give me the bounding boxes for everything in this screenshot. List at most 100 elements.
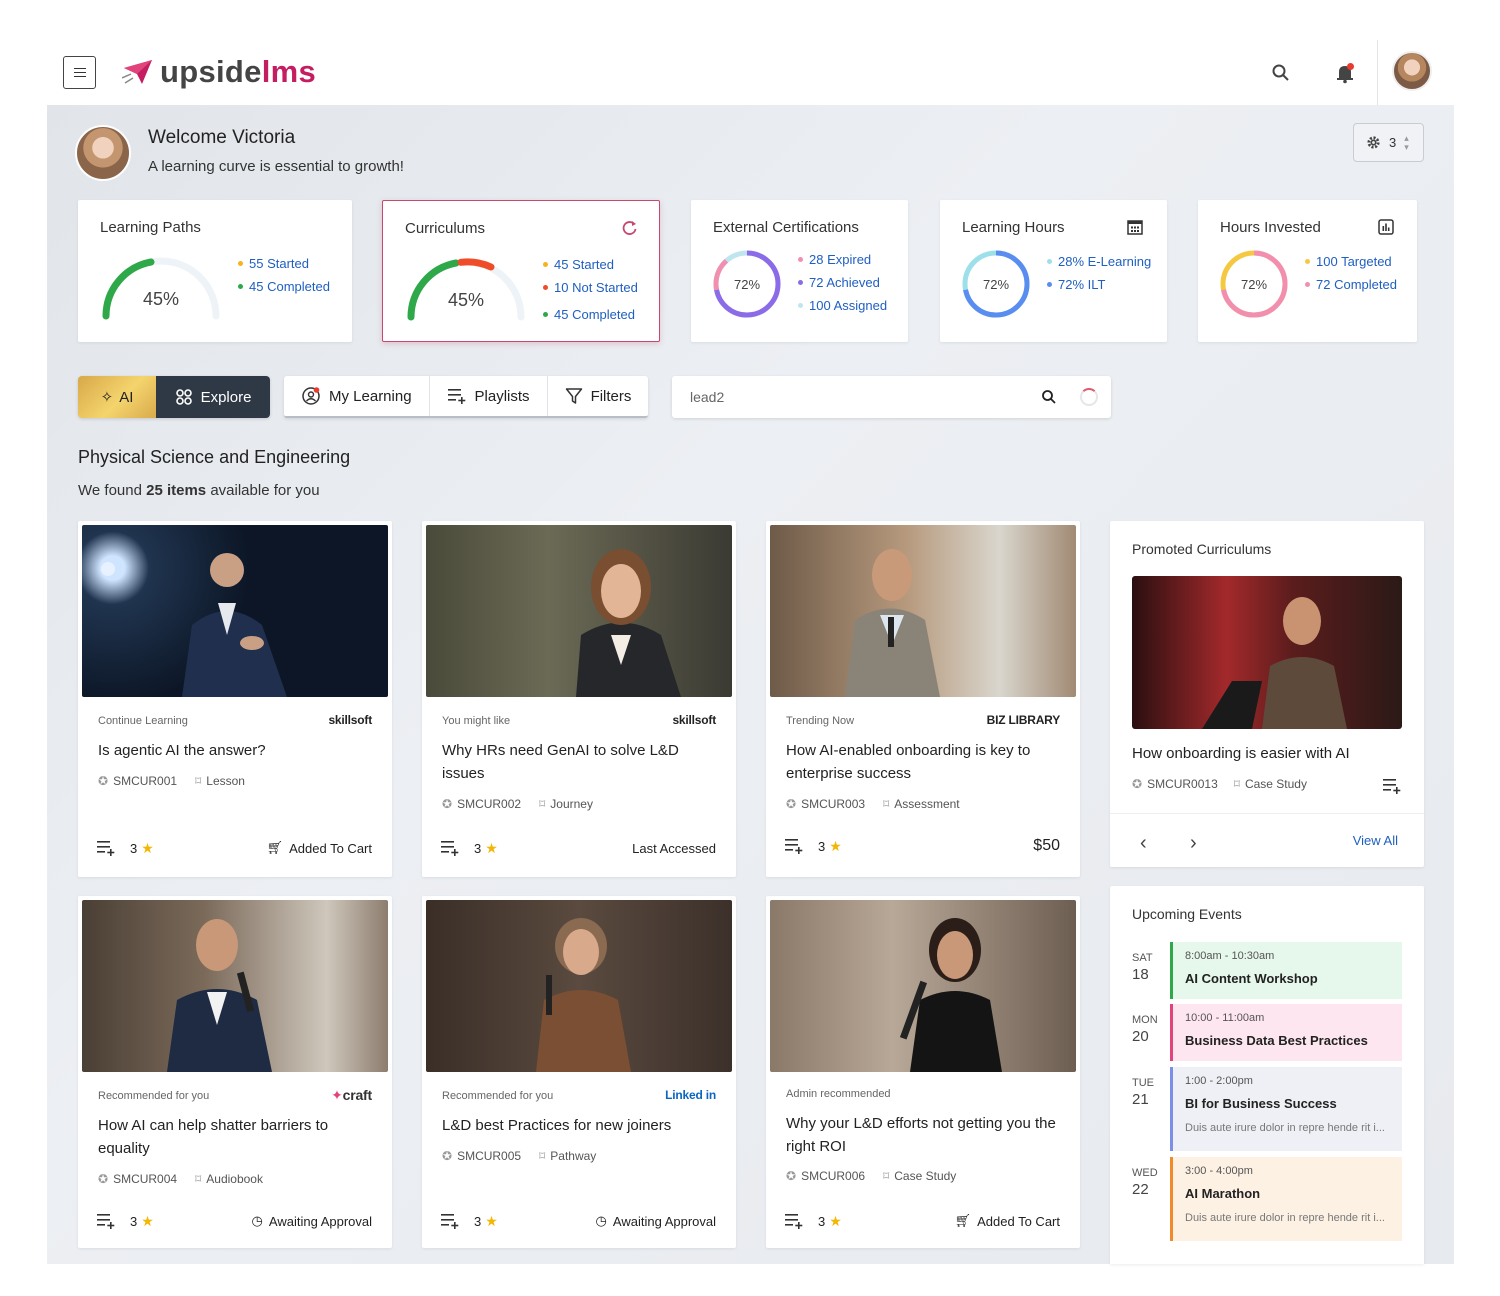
donut-hours-invested: 72% [1220, 250, 1288, 318]
menu-button[interactable] [63, 56, 96, 89]
legend-item: 72 Achieved [809, 275, 880, 290]
course-code: SMCUR003 [801, 797, 866, 811]
playlist-add-icon[interactable] [784, 1212, 804, 1230]
card-label: Recommended for you [442, 1090, 554, 1102]
event-card[interactable]: 10:00 - 11:00am Business Data Best Pract… [1170, 1004, 1402, 1061]
settings-button[interactable]: 3 ▴ ▾ [1353, 123, 1424, 162]
course-card[interactable]: Admin recommended Why your L&D efforts n… [766, 896, 1080, 1248]
legend-item: 72 Completed [1316, 277, 1397, 292]
provider-logo: Linked in [665, 1088, 716, 1102]
ai-button[interactable]: ✧ AI [78, 376, 156, 418]
star-icon: ★ [485, 1212, 498, 1229]
star-icon: ★ [141, 1212, 154, 1229]
stat-title: External Certifications [713, 219, 859, 236]
calendar-icon[interactable] [1126, 218, 1144, 236]
bookmark-icon: ⌑ [883, 1169, 890, 1183]
course-card[interactable]: Recommended for you ✦craft How AI can he… [78, 896, 392, 1248]
card-label: You might like [442, 715, 511, 727]
bar-chart-icon[interactable] [1377, 218, 1395, 236]
settings-count: 3 [1389, 135, 1397, 150]
course-type: Lesson [206, 774, 245, 788]
bell-icon[interactable] [1334, 62, 1356, 84]
playlist-add-icon [447, 389, 465, 404]
course-card[interactable]: Trending Now BIZ LIBRARY How AI-enabled … [766, 521, 1080, 877]
course-meta: ✪ SMCUR004 ⌑ Audiobook [98, 1172, 263, 1186]
status[interactable]: 🛒︎ Added To Cart [955, 1213, 1060, 1229]
tab-playlists[interactable]: Playlists [430, 376, 548, 416]
course-thumbnail[interactable] [770, 525, 1076, 697]
stat-card-learning-hours[interactable]: Learning Hours 72% 28% E-Learning 72% IL… [940, 200, 1167, 342]
tab-label: My Learning [329, 387, 412, 405]
star-icon: ★ [829, 1212, 842, 1229]
status: ◷ Awaiting Approval [595, 1213, 716, 1229]
stat-card-external-certifications[interactable]: External Certifications 72% 28 Expired 7… [691, 200, 908, 342]
chevron-right-icon[interactable]: › [1190, 832, 1197, 855]
rating: 3 ★ [818, 1212, 842, 1229]
refresh-icon[interactable] [621, 219, 639, 237]
course-thumbnail[interactable] [82, 525, 388, 697]
event-card[interactable]: 1:00 - 2:00pm BI for Business Success Du… [1170, 1067, 1402, 1151]
provider-logo: ✦craft [331, 1087, 372, 1103]
tab-my-learning[interactable]: My Learning [284, 376, 430, 416]
stat-card-hours-invested[interactable]: Hours Invested 72% 100 Targeted 72 Compl… [1198, 200, 1417, 342]
course-thumbnail[interactable] [426, 900, 732, 1072]
playlist-add-icon[interactable] [96, 839, 116, 857]
course-title[interactable]: Why HRs need GenAI to solve L&D issues [442, 739, 722, 785]
course-title[interactable]: L&D best Practices for new joiners [442, 1114, 722, 1137]
gauge-value: 45% [143, 289, 179, 309]
rating: 3 ★ [474, 839, 498, 856]
panel-title: Upcoming Events [1132, 906, 1242, 922]
course-thumbnail[interactable] [426, 525, 732, 697]
clock-icon: ◷ [595, 1213, 607, 1228]
course-title[interactable]: How AI can help shatter barriers to equa… [98, 1114, 378, 1160]
explore-button[interactable]: Explore [156, 376, 270, 418]
course-title[interactable]: Is agentic AI the answer? [98, 739, 378, 762]
playlist-add-icon[interactable] [784, 837, 804, 855]
stat-card-learning-paths[interactable]: Learning Paths 45% 55 Started 45 Complet… [78, 200, 352, 342]
sparkle-icon: ✧ [100, 389, 114, 406]
search-input[interactable] [690, 386, 1010, 408]
legend-item: 45 Started [554, 257, 614, 272]
search-icon[interactable] [1271, 63, 1291, 83]
event-card[interactable]: 8:00am - 10:30am AI Content Workshop [1170, 942, 1402, 999]
playlist-add-icon[interactable] [96, 1212, 116, 1230]
status[interactable]: 🛒︎ Added To Cart [267, 840, 372, 856]
card-footer: 3 ★ ◷ Awaiting Approval [440, 1212, 716, 1230]
course-code: SMCUR0013 [1147, 777, 1218, 791]
course-type: Case Study [1244, 777, 1307, 791]
playlist-add-icon[interactable] [440, 839, 460, 857]
user-avatar[interactable] [1392, 51, 1432, 91]
badge-icon: ✪ [1132, 777, 1143, 791]
promoted-meta: ✪ SMCUR0013 ⌑ Case Study [1132, 777, 1307, 791]
course-title[interactable]: How AI-enabled onboarding is key to ente… [786, 739, 1066, 785]
course-code: SMCUR004 [113, 1172, 178, 1186]
card-footer: 3 ★ 🛒︎ Added To Cart [784, 1212, 1060, 1230]
course-card[interactable]: Continue Learning skillsoft Is agentic A… [78, 521, 392, 877]
view-all-link[interactable]: View All [1353, 833, 1398, 848]
divider [1110, 813, 1424, 814]
tab-filters[interactable]: Filters [548, 376, 649, 416]
provider-logo: skillsoft [328, 713, 372, 727]
event-name: BI for Business Success [1185, 1096, 1337, 1111]
main-content: Welcome Victoria A learning curve is ess… [47, 105, 1454, 1264]
badge-icon: ✪ [442, 797, 453, 811]
course-title[interactable]: Why your L&D efforts not getting you the… [786, 1112, 1066, 1158]
logo[interactable]: upsidelms [122, 52, 316, 92]
chevron-left-icon[interactable]: ‹ [1140, 832, 1147, 855]
playlist-add-icon[interactable] [440, 1212, 460, 1230]
course-card[interactable]: You might like skillsoft Why HRs need Ge… [422, 521, 736, 877]
section-title: Physical Science and Engineering [78, 447, 351, 467]
provider-logo: skillsoft [672, 713, 716, 727]
promoted-title[interactable]: How onboarding is easier with AI [1132, 745, 1350, 762]
event-card[interactable]: 3:00 - 4:00pm AI Marathon Duis aute irur… [1170, 1157, 1402, 1241]
legend-item: 28 Expired [809, 252, 872, 267]
card-label: Recommended for you [98, 1090, 210, 1102]
course-thumbnail[interactable] [770, 900, 1076, 1072]
stat-card-curriculums[interactable]: Curriculums 45% 45 Started 10 Not Starte… [382, 200, 660, 342]
course-card[interactable]: Recommended for you Linked in L&D best P… [422, 896, 736, 1248]
ai-explore-toggle: ✧ AI Explore [78, 376, 270, 418]
promoted-thumbnail[interactable] [1132, 576, 1402, 729]
search-icon[interactable] [1041, 389, 1057, 405]
playlist-add-icon[interactable] [1382, 777, 1402, 795]
course-thumbnail[interactable] [82, 900, 388, 1072]
